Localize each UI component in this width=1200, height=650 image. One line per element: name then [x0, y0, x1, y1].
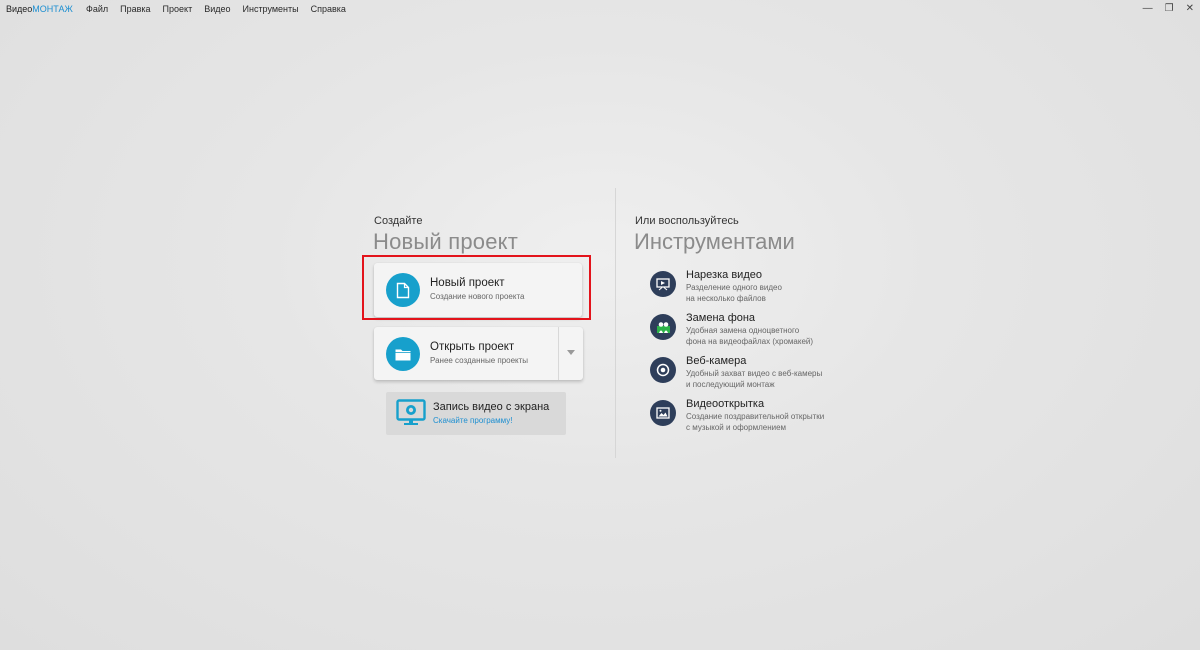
title-bar: ВидеоМОНТАЖ Файл Правка Проект Видео Инс… — [0, 0, 1200, 20]
tool-description: Удобный захват видео с веб-камеры и посл… — [686, 369, 856, 390]
tool-title: Нарезка видео — [686, 269, 762, 281]
app-logo: ВидеоМОНТАЖ — [6, 4, 73, 14]
tool-desc-line: Удобная замена одноцветного — [686, 326, 800, 335]
menu-item-video[interactable]: Видео — [204, 4, 230, 14]
tools-caption: Или воспользуйтесь — [635, 215, 739, 227]
postcard-icon — [650, 400, 676, 426]
tool-title: Веб-камера — [686, 355, 747, 367]
tool-description: Создание поздравительной открытки с музы… — [686, 412, 856, 433]
chevron-down-icon[interactable] — [567, 350, 575, 355]
tool-desc-line: с музыкой и оформлением — [686, 422, 787, 432]
tool-description: Удобная замена одноцветного фона на виде… — [686, 326, 856, 347]
create-caption: Создайте — [374, 215, 423, 227]
download-program-link[interactable]: Скачайте программу! — [433, 416, 512, 425]
column-divider — [615, 188, 616, 458]
chromakey-icon — [650, 314, 676, 340]
webcam-icon — [650, 357, 676, 383]
menu-item-project[interactable]: Проект — [163, 4, 193, 14]
screen-record-icon — [396, 399, 426, 432]
tool-postcard[interactable]: Видеооткрытка Создание поздравительной о… — [650, 398, 910, 434]
tools-title: Инструментами — [634, 229, 795, 254]
screen-record-button[interactable]: Запись видео с экрана Скачайте программу… — [386, 392, 566, 435]
open-project-button[interactable]: Открыть проект Ранее созданные проекты — [374, 327, 583, 380]
tool-desc-line: на несколько файлов — [686, 293, 766, 303]
tool-title: Замена фона — [686, 312, 756, 324]
window-controls: — ❐ ✕ — [1143, 3, 1194, 14]
menu-item-file[interactable]: Файл — [86, 4, 108, 14]
menu-item-edit[interactable]: Правка — [120, 4, 150, 14]
menu-item-help[interactable]: Справка — [311, 4, 346, 14]
cut-video-icon — [650, 271, 676, 297]
tool-desc-line: Создание поздравительной открытки — [686, 412, 825, 421]
logo-text-part2: МОНТАЖ — [32, 4, 73, 14]
create-title: Новый проект — [373, 229, 518, 254]
menu-item-tools[interactable]: Инструменты — [243, 4, 299, 14]
menu-bar: Файл Правка Проект Видео Инструменты Спр… — [86, 4, 346, 14]
minimize-button[interactable]: — — [1143, 3, 1153, 14]
folder-icon — [386, 337, 420, 371]
tool-description: Разделение одного видео на несколько фай… — [686, 283, 856, 304]
tool-desc-line: и последующий монтаж — [686, 379, 775, 389]
close-button[interactable]: ✕ — [1186, 3, 1194, 14]
tool-title: Видеооткрытка — [686, 398, 765, 410]
highlight-frame — [362, 255, 591, 320]
tool-chromakey[interactable]: Замена фона Удобная замена одноцветного … — [650, 312, 910, 348]
maximize-button[interactable]: ❐ — [1165, 3, 1174, 14]
tool-desc-line: фона на видеофайлах (хромакей) — [686, 336, 814, 346]
screen-record-title: Запись видео с экрана — [433, 401, 550, 413]
tool-cut-video[interactable]: Нарезка видео Разделение одного видео на… — [650, 269, 910, 305]
tool-webcam[interactable]: Веб-камера Удобный захват видео с веб-ка… — [650, 355, 910, 391]
tool-desc-line: Разделение одного видео — [686, 283, 782, 292]
tool-desc-line: Удобный захват видео с веб-камеры — [686, 369, 823, 378]
open-project-divider — [558, 327, 559, 380]
open-project-subtitle: Ранее созданные проекты — [430, 356, 529, 365]
open-project-title: Открыть проект — [430, 341, 515, 353]
logo-text-part1: Видео — [6, 4, 33, 14]
